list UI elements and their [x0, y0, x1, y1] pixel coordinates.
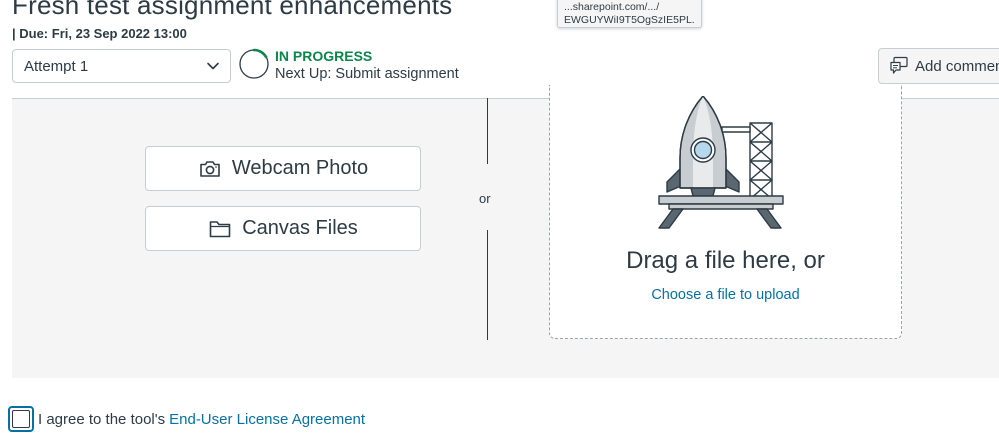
folder-icon: [209, 220, 231, 237]
canvas-files-label: Canvas Files: [242, 217, 358, 239]
status-block: IN PROGRESS Next Up: Submit assignment: [275, 48, 459, 83]
agree-checkbox[interactable]: [8, 406, 34, 432]
camera-icon: [200, 160, 220, 177]
webcam-photo-label: Webcam Photo: [231, 157, 369, 179]
chevron-down-icon: [207, 62, 219, 70]
eula-link[interactable]: End-User License Agreement: [169, 411, 365, 428]
or-separator: or: [479, 191, 491, 206]
add-comment-label: Add comment: [915, 57, 999, 75]
tooltip-line-1: ...sharepoint.com/.../: [564, 1, 660, 13]
comment-icon: [890, 56, 908, 74]
choose-file-link[interactable]: Choose a file to upload: [549, 287, 902, 303]
rocket-launch-icon: [658, 96, 784, 229]
status-next-up: Next Up: Submit assignment: [275, 66, 459, 82]
divider-bottom: [487, 230, 488, 340]
checkbox-box: [12, 410, 30, 428]
status-label: IN PROGRESS: [275, 48, 373, 64]
link-tooltip: ...sharepoint.com/.../ EWGUYWiI9T5OgSzIE…: [557, 0, 702, 28]
attempt-select-value: Attempt 1: [24, 57, 89, 75]
attempt-select[interactable]: Attempt 1: [12, 49, 231, 83]
agreement-row: I agree to the tool's End-User License A…: [8, 406, 365, 432]
canvas-files-button[interactable]: Canvas Files: [145, 206, 421, 251]
drag-file-text: Drag a file here, or: [626, 247, 825, 274]
progress-ring-icon: [239, 48, 269, 79]
agreement-text: I agree to the tool's: [38, 410, 166, 428]
webcam-photo-button[interactable]: Webcam Photo: [145, 146, 421, 191]
divider-top: [487, 98, 488, 164]
assignment-title: Fresh test assignment enhancements: [12, 0, 453, 20]
add-comment-button[interactable]: Add comment: [878, 48, 999, 84]
tooltip-line-2: EWGUYWiI9T5OgSzIE5PL...: [564, 14, 695, 26]
due-date: | Due: Fri, 23 Sep 2022 13:00: [12, 26, 187, 41]
